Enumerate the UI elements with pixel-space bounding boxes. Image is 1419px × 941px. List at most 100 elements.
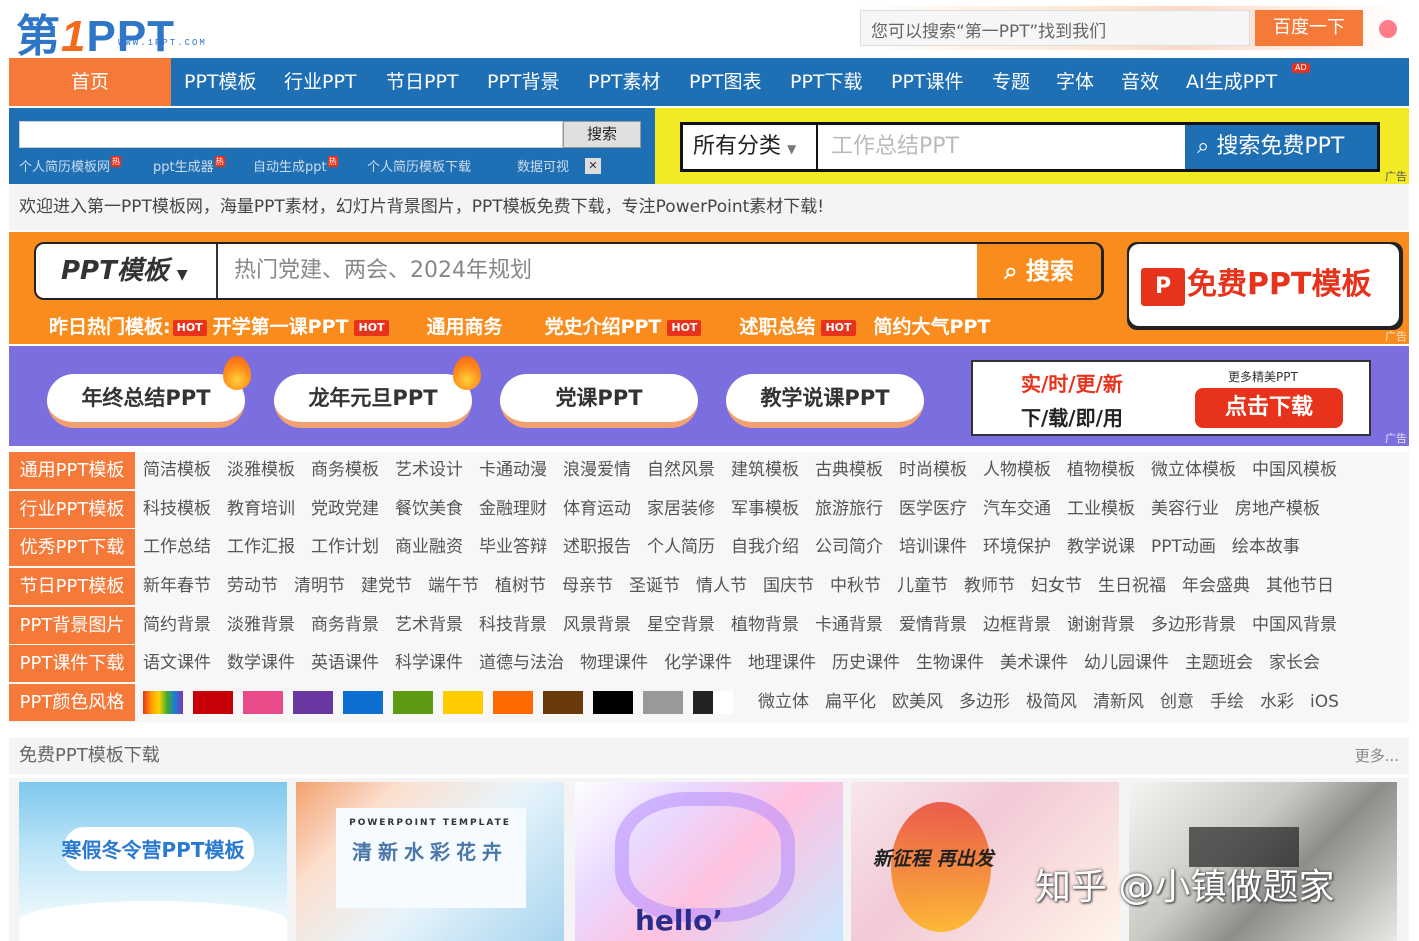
nav-holiday-ppt[interactable]: 节日PPT [386,58,459,106]
category-link[interactable]: 教师节 [964,576,1015,596]
category-link[interactable]: 国庆节 [763,576,814,596]
nav-fonts[interactable]: 字体 [1056,58,1094,106]
hot-template-link[interactable]: 通用商务 [427,316,503,338]
category-link[interactable]: 教学说课 [1067,537,1135,557]
category-link[interactable]: 工业模板 [1067,499,1135,519]
category-link[interactable]: 道德与法治 [479,653,564,673]
color-swatch[interactable] [393,691,433,715]
category-link[interactable]: 主题班会 [1185,653,1253,673]
category-link[interactable]: 微立体模板 [1151,460,1236,480]
category-link[interactable]: 环境保护 [983,537,1051,557]
site-search-input[interactable] [19,121,563,148]
category-link[interactable]: 边框背景 [983,615,1051,635]
category-link[interactable]: 星空背景 [647,615,715,635]
category-link[interactable]: 创意 [1160,692,1194,712]
topic-pill[interactable]: 龙年元旦PPT [274,374,472,428]
category-link[interactable]: 古典模板 [815,460,883,480]
category-label[interactable]: 行业PPT模板 [9,490,135,528]
category-link[interactable]: 淡雅背景 [227,615,295,635]
hot-template-link[interactable]: 党史介绍PPT [545,316,662,338]
category-link[interactable]: 卡通背景 [815,615,883,635]
category-link[interactable]: 手绘 [1210,692,1244,712]
topic-pill[interactable]: 党课PPT [500,374,698,428]
category-link[interactable]: 公司简介 [815,537,883,557]
hot-link[interactable]: ppt生成器热 [153,156,225,175]
category-link[interactable]: 汽车交通 [983,499,1051,519]
category-link[interactable]: 新年春节 [143,576,211,596]
free-ppt-search-button[interactable]: ⌕ 搜索免费PPT [1185,125,1377,169]
category-link[interactable]: 时尚模板 [899,460,967,480]
banner-search-button[interactable]: ⌕ 搜索 [977,244,1101,298]
category-link[interactable]: 儿童节 [897,576,948,596]
hot-link[interactable]: 个人简历模板网热 [19,156,122,175]
category-link[interactable]: 幼儿园课件 [1084,653,1169,673]
category-link[interactable]: 简约背景 [143,615,211,635]
category-link[interactable]: 情人节 [696,576,747,596]
category-link[interactable]: iOS [1310,692,1339,712]
category-link[interactable]: 绘本故事 [1232,537,1300,557]
hot-link[interactable]: 数据可视 [517,156,569,175]
category-link[interactable]: 极简风 [1026,692,1077,712]
category-label[interactable]: 节日PPT模板 [9,568,135,606]
category-link[interactable]: 清明节 [294,576,345,596]
category-link[interactable]: 语文课件 [143,653,211,673]
category-link[interactable]: 商务背景 [311,615,379,635]
category-link[interactable]: 科技背景 [479,615,547,635]
category-label[interactable]: PPT背景图片 [9,606,135,644]
category-link[interactable]: 物理课件 [580,653,648,673]
baidu-search-button[interactable]: 百度一下 [1255,10,1363,46]
category-link[interactable]: 工作汇报 [227,537,295,557]
category-link[interactable]: 科技模板 [143,499,211,519]
category-link[interactable]: 建筑模板 [731,460,799,480]
category-link[interactable]: 房地产模板 [1235,499,1320,519]
category-link[interactable]: 生物课件 [916,653,984,673]
category-link[interactable]: PPT动画 [1151,537,1216,557]
category-link[interactable]: 劳动节 [227,576,278,596]
category-link[interactable]: 其他节日 [1266,576,1334,596]
nav-sound-effects[interactable]: 音效 [1121,58,1159,106]
category-link[interactable]: 中国风背景 [1252,615,1337,635]
category-link[interactable]: 旅游旅行 [815,499,883,519]
category-link[interactable]: 谢谢背景 [1067,615,1135,635]
free-ppt-search-input[interactable]: 工作总结PPT [831,125,959,169]
hot-template-link[interactable]: 简约大气PPT [874,316,991,338]
category-link[interactable]: 圣诞节 [629,576,680,596]
color-swatch[interactable] [693,691,733,715]
category-link[interactable]: 生日祝福 [1098,576,1166,596]
nav-industry-ppt[interactable]: 行业PPT [284,58,357,106]
category-link[interactable]: 艺术设计 [395,460,463,480]
nav-ppt-charts[interactable]: PPT图表 [689,58,762,106]
download-button[interactable]: 点击下载 [1195,388,1343,428]
template-thumbnail[interactable]: hello’ [575,782,843,941]
site-logo[interactable]: 第1PPT WWW.1PPT.COM [16,2,246,61]
category-link[interactable]: 浪漫爱情 [563,460,631,480]
category-link[interactable]: 医学医疗 [899,499,967,519]
category-link[interactable]: 历史课件 [832,653,900,673]
category-link[interactable]: 扁平化 [825,692,876,712]
category-link[interactable]: 家居装修 [647,499,715,519]
nav-ppt-backgrounds[interactable]: PPT背景 [487,58,560,106]
category-link[interactable]: 艺术背景 [395,615,463,635]
category-link[interactable]: 中秋节 [830,576,881,596]
category-link[interactable]: 微立体 [758,692,809,712]
category-link[interactable]: 卡通动漫 [479,460,547,480]
category-link[interactable]: 清新风 [1093,692,1144,712]
color-swatch[interactable] [543,691,583,715]
category-link[interactable]: 植物模板 [1067,460,1135,480]
category-link[interactable]: 多边形背景 [1151,615,1236,635]
category-link[interactable]: 商务模板 [311,460,379,480]
category-select[interactable]: 所有分类 ▼ [683,125,818,169]
category-link[interactable]: 年会盛典 [1182,576,1250,596]
nav-ppt-courseware[interactable]: PPT课件 [891,58,964,106]
category-link[interactable]: 中国风模板 [1252,460,1337,480]
template-thumbnail[interactable]: POWERPOINT TEMPLATE 清新水彩花卉 [296,782,564,941]
hot-link[interactable]: 个人简历模板下载 [367,156,471,175]
category-link[interactable]: 商业融资 [395,537,463,557]
category-link[interactable]: 化学课件 [664,653,732,673]
site-search-button[interactable]: 搜索 [563,121,641,148]
nav-topics[interactable]: 专题 [992,58,1030,106]
category-link[interactable]: 数学课件 [227,653,295,673]
category-link[interactable]: 多边形 [959,692,1010,712]
category-label[interactable]: 通用PPT模板 [9,452,135,489]
color-swatch[interactable] [193,691,233,715]
